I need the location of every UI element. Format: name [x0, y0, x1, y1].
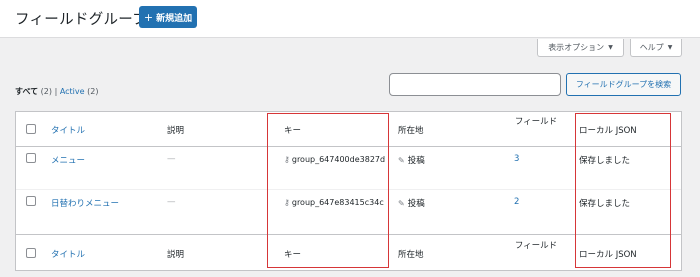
add-new-label: 新規追加 [156, 13, 193, 24]
filter-all[interactable]: すべて [15, 87, 38, 96]
row-checkbox[interactable] [26, 196, 36, 206]
row-title-link[interactable]: 日替わりメニュー [51, 197, 119, 209]
help-button[interactable]: ヘルプ ▼ [630, 39, 682, 57]
page-header: フィールドグループ + 新規追加 [0, 0, 700, 38]
row-location: ✎ 投稿 [398, 197, 425, 209]
column-fields: フィールド [514, 241, 558, 251]
plus-icon: + [143, 10, 154, 24]
pin-icon: ✎ [398, 156, 405, 165]
row-fields-count[interactable]: 3 [514, 154, 519, 164]
row-key-value: group_647e83415c34c [291, 198, 384, 207]
search-input[interactable] [389, 73, 561, 96]
column-local-json: ローカル JSON [579, 126, 637, 136]
table-header-row: タイトル 説明 キー 所在地 フィールド ローカル JSON [16, 112, 681, 147]
screen-options-label: 表示オプション [548, 43, 605, 52]
row-fields-count[interactable]: 2 [514, 197, 519, 207]
column-location: 所在地 [398, 126, 424, 136]
table-footer-row: タイトル 説明 キー 所在地 フィールド ローカル JSON [16, 234, 681, 271]
row-location: ✎ 投稿 [398, 154, 425, 166]
filter-active-count: (2) [87, 87, 99, 96]
screen-options-button[interactable]: 表示オプション ▼ [537, 39, 624, 57]
select-all-checkbox-footer[interactable] [26, 248, 36, 258]
row-checkbox[interactable] [26, 153, 36, 163]
page-title: フィールドグループ [15, 12, 148, 28]
row-location-value: 投稿 [407, 156, 425, 166]
row-local-json: 保存しました [579, 199, 631, 209]
column-title[interactable]: タイトル [51, 248, 85, 260]
add-new-button[interactable]: + 新規追加 [139, 6, 197, 28]
column-fields: フィールド [514, 117, 558, 127]
filter-all-count: (2) [40, 87, 53, 96]
column-description: 説明 [167, 250, 185, 260]
row-local-json: 保存しました [579, 156, 631, 166]
search-button[interactable]: フィールドグループを検索 [566, 73, 681, 96]
pin-icon: ✎ [398, 199, 405, 208]
row-title-link[interactable]: メニュー [51, 154, 85, 166]
row-key-value: group_647400de3827d [291, 155, 386, 164]
table-row: 日替わりメニュー — ⚷ group_647e83415c34c ✎ 投稿 2 保存… [16, 190, 681, 233]
column-location: 所在地 [398, 250, 424, 260]
help-label: ヘルプ [639, 43, 664, 52]
column-title[interactable]: タイトル [51, 124, 85, 136]
status-filters: すべて (2) | Active (2) [15, 86, 98, 97]
row-description: — [167, 154, 176, 164]
row-key: ⚷ group_647e83415c34c [284, 198, 384, 207]
key-icon: ⚷ [284, 155, 290, 164]
caret-down-icon: ▼ [608, 44, 613, 51]
row-location-value: 投稿 [407, 199, 425, 209]
filter-active[interactable]: Active [60, 87, 85, 96]
caret-down-icon: ▼ [667, 44, 673, 51]
select-all-checkbox[interactable] [26, 124, 36, 134]
field-groups-table: タイトル 説明 キー 所在地 フィールド ローカル JSON メニュー — ⚷ g… [15, 111, 682, 271]
column-key: キー [284, 250, 302, 260]
row-description: — [167, 197, 176, 207]
filter-separator: | [54, 87, 58, 96]
key-icon: ⚷ [284, 198, 290, 207]
row-key: ⚷ group_647400de3827d [284, 155, 385, 164]
column-key: キー [284, 126, 302, 136]
column-local-json: ローカル JSON [579, 250, 637, 260]
column-description: 説明 [167, 126, 185, 136]
table-row: メニュー — ⚷ group_647400de3827d ✎ 投稿 3 保存しました [16, 147, 681, 190]
